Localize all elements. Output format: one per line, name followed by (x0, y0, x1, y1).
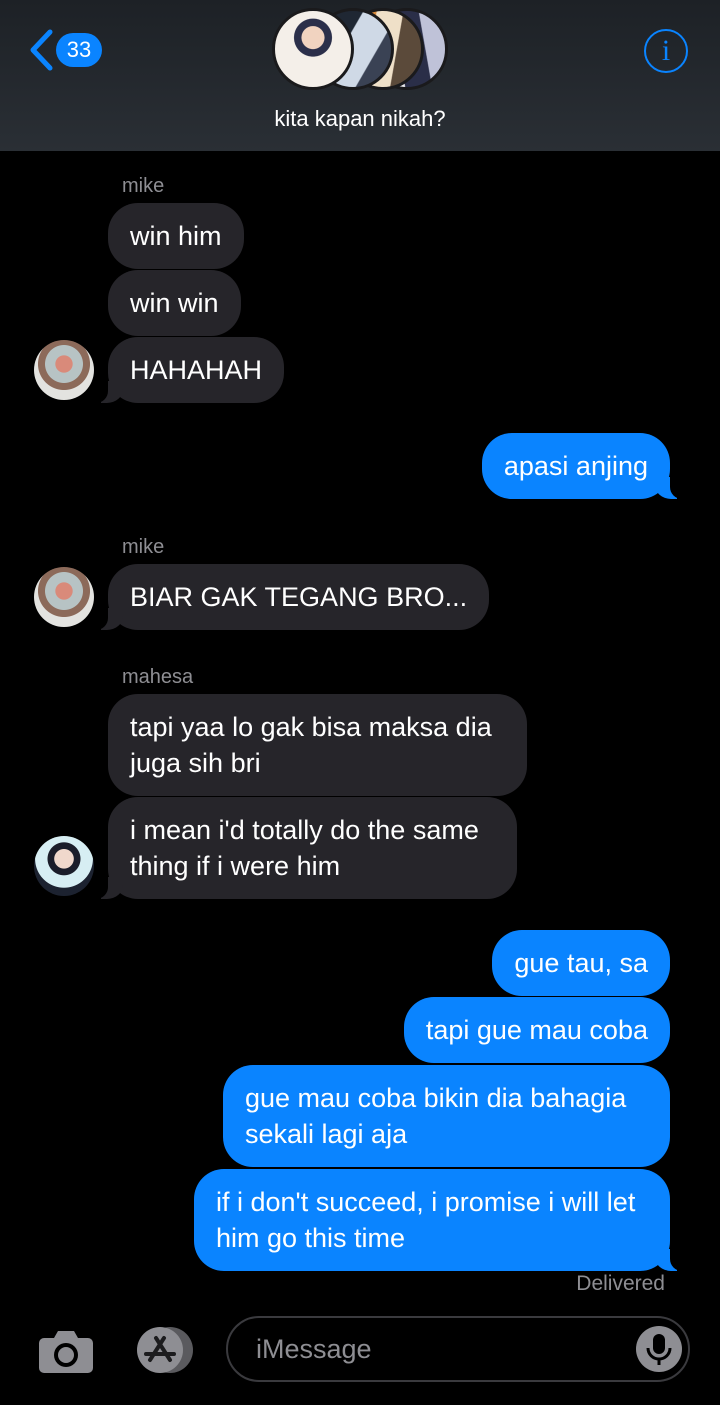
avatar[interactable] (34, 836, 94, 896)
avatar (272, 8, 354, 90)
message-text: i mean i'd totally do the same thing if … (130, 815, 479, 881)
outgoing-message[interactable]: apasi anjing (481, 433, 686, 499)
back-chevron-icon (30, 29, 53, 71)
avatar[interactable] (34, 340, 94, 400)
sender-name: mike (122, 536, 165, 558)
message-input[interactable]: iMessage (226, 1316, 690, 1382)
avatar[interactable] (34, 567, 94, 627)
mic-icon[interactable] (636, 1326, 682, 1372)
app-store-icon[interactable] (130, 1325, 196, 1375)
group-name[interactable]: kita kapan nikah? (0, 106, 720, 132)
message-input-placeholder: iMessage (256, 1334, 372, 1364)
incoming-message[interactable]: BIAR GAK TEGANG BRO... (92, 564, 490, 630)
sender-name: mike (122, 175, 165, 197)
unread-badge: 33 (56, 33, 102, 67)
incoming-message[interactable]: win win (108, 270, 241, 336)
incoming-message[interactable]: HAHAHAH (92, 337, 285, 403)
message-text: BIAR GAK TEGANG BRO... (130, 582, 468, 612)
outgoing-message[interactable]: tapi gue mau coba (403, 997, 670, 1063)
outgoing-message[interactable]: if i don't succeed, i promise i will let… (194, 1169, 685, 1271)
outgoing-message[interactable]: gue tau, sa (492, 930, 670, 996)
camera-icon[interactable] (38, 1328, 94, 1379)
incoming-message[interactable]: tapi yaa lo gak bisa maksa dia juga sih … (108, 694, 527, 796)
chat-header: 33 kita kapan nikah? i (0, 0, 720, 151)
delivered-status: Delivered (576, 1272, 665, 1295)
message-text: apasi anjing (503, 451, 648, 481)
message-text: if i don't succeed, i promise i will let… (216, 1187, 636, 1253)
outgoing-message[interactable]: gue mau coba bikin dia bahagia sekali la… (223, 1065, 670, 1167)
incoming-message[interactable]: win him (108, 203, 244, 269)
back-button[interactable]: 33 (28, 28, 102, 72)
sender-name: mahesa (122, 666, 194, 688)
incoming-message[interactable]: i mean i'd totally do the same thing if … (93, 797, 517, 899)
info-icon[interactable]: i (644, 29, 688, 73)
message-text: HAHAHAH (130, 355, 263, 385)
group-avatar-stack[interactable] (272, 8, 452, 90)
